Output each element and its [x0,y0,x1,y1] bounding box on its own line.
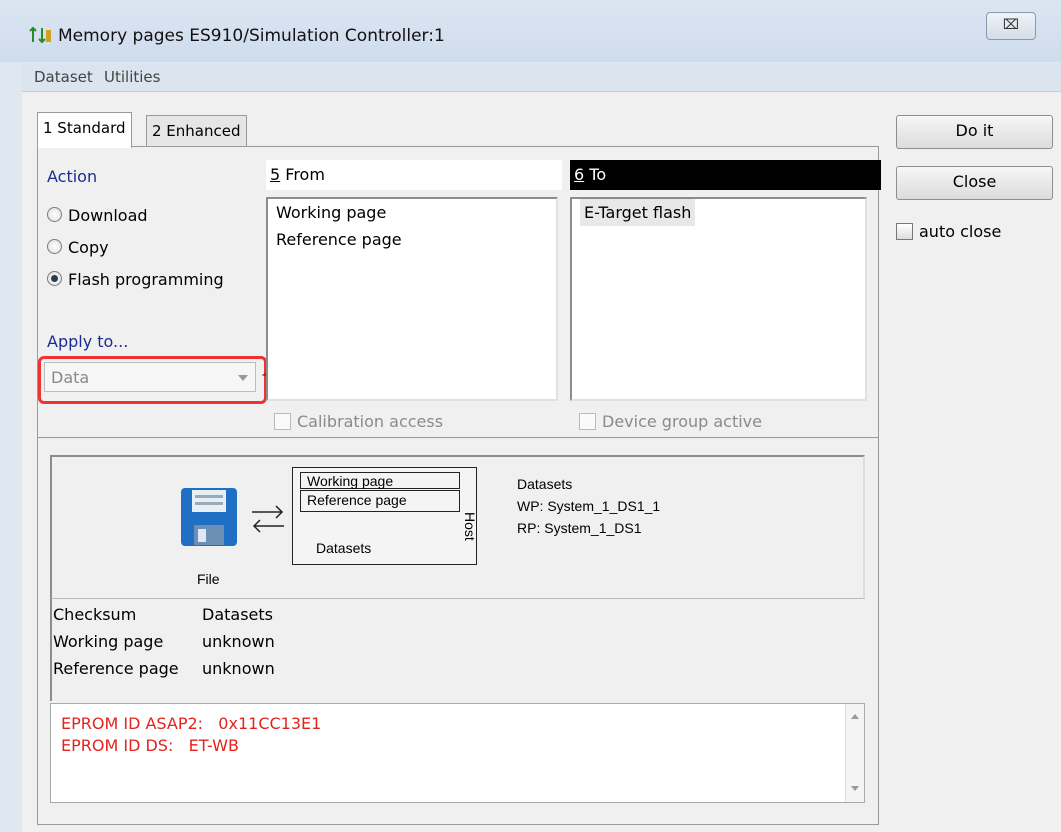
checksum-datasets-header: Datasets [202,605,273,624]
table-row-value: unknown [202,632,275,651]
host-label: Host [462,512,478,541]
annotation-highlight-box [38,356,267,404]
radio-label: Download [68,206,148,225]
checksum-header: Checksum [53,605,137,624]
list-item[interactable]: E-Target flash [580,199,696,226]
calibration-access-checkbox[interactable]: Calibration access [274,412,443,431]
radio-label: Flash programming [68,270,224,289]
tab-standard[interactable]: 1 Standard [37,112,132,148]
datasets-heading: Datasets [517,476,573,492]
floppy-disk-icon [181,488,237,546]
do-it-button[interactable]: Do it [896,115,1053,149]
from-listbox[interactable]: Working page Reference page [266,197,558,401]
log-scrollbar[interactable] [845,704,864,802]
to-header: 6 To [570,160,881,190]
close-button[interactable]: Close [896,166,1053,200]
host-datasets-label: Datasets [316,540,372,556]
auto-close-checkbox[interactable]: auto close [896,222,1001,241]
log-line: EPROM ID DS: ET-WB [61,736,239,755]
radio-copy[interactable]: Copy [47,238,109,257]
radio-flash-programming[interactable]: Flash programming [47,270,224,289]
rp-dataset: RP: System_1_DS1 [517,520,642,536]
checksum-table [50,598,865,701]
log-line: EPROM ID ASAP2: 0x11CC13E1 [61,714,322,733]
scroll-up-icon[interactable] [851,714,859,719]
memory-pages-icon [29,26,51,44]
action-heading: Action [47,167,98,186]
log-textbox[interactable]: EPROM ID ASAP2: 0x11CC13E1 EPROM ID DS: … [50,703,865,803]
transfer-arrows-icon [252,505,284,533]
menu-utilities[interactable]: Utilities [104,68,160,86]
to-listbox[interactable]: E-Target flash [570,197,867,401]
list-item[interactable]: Reference page [268,226,556,253]
checkbox-icon [579,413,596,430]
wp-dataset: WP: System_1_DS1_1 [517,498,661,514]
list-item[interactable]: Working page [268,199,556,226]
window-close-button[interactable]: ⌧ [986,12,1036,40]
table-row-name: Reference page [53,659,179,678]
scroll-down-icon[interactable] [851,786,859,791]
menu-dataset[interactable]: Dataset [34,68,93,86]
title-bar: Memory pages ES910/Simulation Controller… [0,0,1061,62]
menu-bar: Dataset Utilities [22,63,1061,92]
host-reference-page: Reference page [300,490,460,512]
tab-enhanced[interactable]: 2 Enhanced [146,115,247,148]
host-working-page: Working page [300,472,460,489]
radio-circle-icon [47,239,62,254]
checkbox-label: Calibration access [297,412,444,431]
apply-to-label: Apply to... [47,332,129,351]
radio-selected-icon [47,271,62,286]
radio-download[interactable]: Download [47,206,148,225]
file-label: File [197,571,220,587]
from-header: 5 From [266,160,562,190]
checkbox-label: Device group active [602,412,762,431]
radio-label: Copy [68,238,109,257]
checkbox-label: auto close [919,222,1002,241]
close-icon: ⌧ [1002,17,1020,33]
checkbox-icon [274,413,291,430]
device-group-active-checkbox[interactable]: Device group active [579,412,762,431]
table-row-value: unknown [202,659,275,678]
table-row-name: Working page [53,632,164,651]
radio-circle-icon [47,207,62,222]
window-title: Memory pages ES910/Simulation Controller… [58,26,445,46]
checkbox-icon [896,223,913,240]
